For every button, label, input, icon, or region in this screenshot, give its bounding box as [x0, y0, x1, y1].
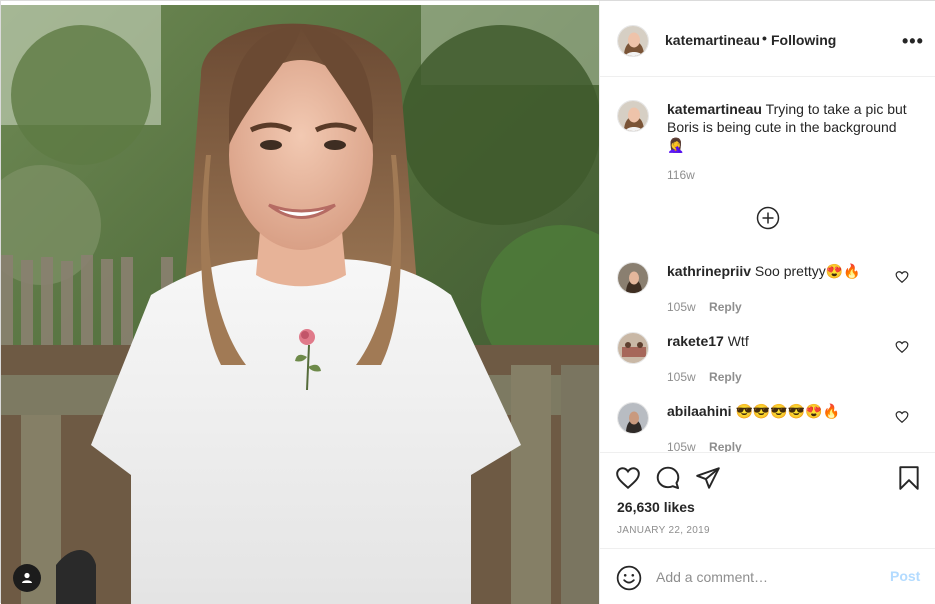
- post-date[interactable]: JANUARY 22, 2019: [617, 525, 710, 536]
- author-avatar[interactable]: [617, 25, 649, 57]
- comment-text-block: kathrinepriiv Soo prettyy😍🔥: [667, 262, 861, 280]
- commenter-avatar[interactable]: [617, 262, 649, 294]
- comment-meta: 105w Reply: [667, 370, 742, 384]
- comment-text-block: abilaahini 😎😎😎😎😍🔥: [667, 402, 840, 420]
- post-header: katemartineau • Following •••: [600, 1, 935, 77]
- post-comment-button[interactable]: Post: [890, 568, 920, 584]
- plus-circle-icon: [756, 206, 780, 230]
- author-username[interactable]: katemartineau: [665, 32, 760, 48]
- avatar-image: [618, 101, 648, 131]
- avatar-image: [618, 333, 648, 363]
- heart-icon[interactable]: [895, 270, 909, 284]
- bookmark-icon[interactable]: [896, 465, 922, 491]
- reply-button[interactable]: Reply: [709, 440, 742, 452]
- avatar-image: [618, 26, 648, 56]
- commenter-avatar[interactable]: [617, 402, 649, 434]
- comment-username[interactable]: kathrinepriiv: [667, 263, 751, 279]
- post-photo[interactable]: [1, 5, 599, 604]
- comment-username[interactable]: abilaahini: [667, 403, 732, 419]
- tagged-user-button[interactable]: [13, 564, 41, 592]
- comment-timestamp[interactable]: 105w: [667, 370, 696, 384]
- comment-timestamp[interactable]: 105w: [667, 440, 696, 452]
- heart-icon[interactable]: [895, 340, 909, 354]
- likes-count[interactable]: 26,630 likes: [617, 499, 695, 515]
- comment-text: Wtf: [727, 333, 749, 349]
- reply-button[interactable]: Reply: [709, 370, 742, 384]
- caption-text-block: katemartineau Trying to take a pic but B…: [667, 100, 917, 154]
- user-tag-icon: [22, 572, 32, 583]
- comment-item: rakete17 Wtf 105w Reply: [600, 332, 935, 402]
- comment-timestamp[interactable]: 105w: [667, 300, 696, 314]
- reply-button[interactable]: Reply: [709, 300, 742, 314]
- comment-bubble-icon[interactable]: [655, 465, 681, 491]
- heart-icon[interactable]: [615, 465, 641, 491]
- comment-item: kathrinepriiv Soo prettyy😍🔥 105w Reply: [600, 262, 935, 332]
- caption-timestamp[interactable]: 116w: [667, 168, 695, 182]
- heart-icon[interactable]: [895, 410, 909, 424]
- comments-list[interactable]: katemartineau Trying to take a pic but B…: [600, 78, 935, 452]
- avatar-image: [618, 403, 648, 433]
- following-button[interactable]: Following: [771, 32, 836, 48]
- caption-username[interactable]: katemartineau: [667, 101, 762, 117]
- comment-text: Soo prettyy😍🔥: [754, 263, 861, 279]
- comment-text-block: rakete17 Wtf: [667, 332, 749, 350]
- caption-avatar[interactable]: [617, 100, 649, 132]
- comment-meta: 105w Reply: [667, 440, 742, 452]
- post-side-panel: katemartineau • Following ••• katemartin…: [599, 1, 935, 604]
- comment-text: 😎😎😎😎😍🔥: [735, 403, 841, 419]
- more-options-icon[interactable]: •••: [902, 31, 924, 52]
- photo-image: [1, 5, 599, 604]
- post-actions: 26,630 likes JANUARY 22, 2019: [600, 452, 935, 548]
- comment-meta: 105w Reply: [667, 300, 742, 314]
- separator-dot: •: [762, 30, 767, 46]
- avatar-image: [618, 263, 648, 293]
- commenter-avatar[interactable]: [617, 332, 649, 364]
- comment-input[interactable]: [656, 567, 876, 587]
- add-comment-bar: Post: [600, 548, 935, 604]
- load-more-comments-button[interactable]: [756, 206, 780, 230]
- paper-plane-icon[interactable]: [695, 465, 721, 491]
- instagram-post: katemartineau • Following ••• katemartin…: [0, 0, 935, 604]
- comment-username[interactable]: rakete17: [667, 333, 724, 349]
- smiley-icon[interactable]: [616, 565, 642, 591]
- comment-item: abilaahini 😎😎😎😎😍🔥 105w Reply: [600, 402, 935, 452]
